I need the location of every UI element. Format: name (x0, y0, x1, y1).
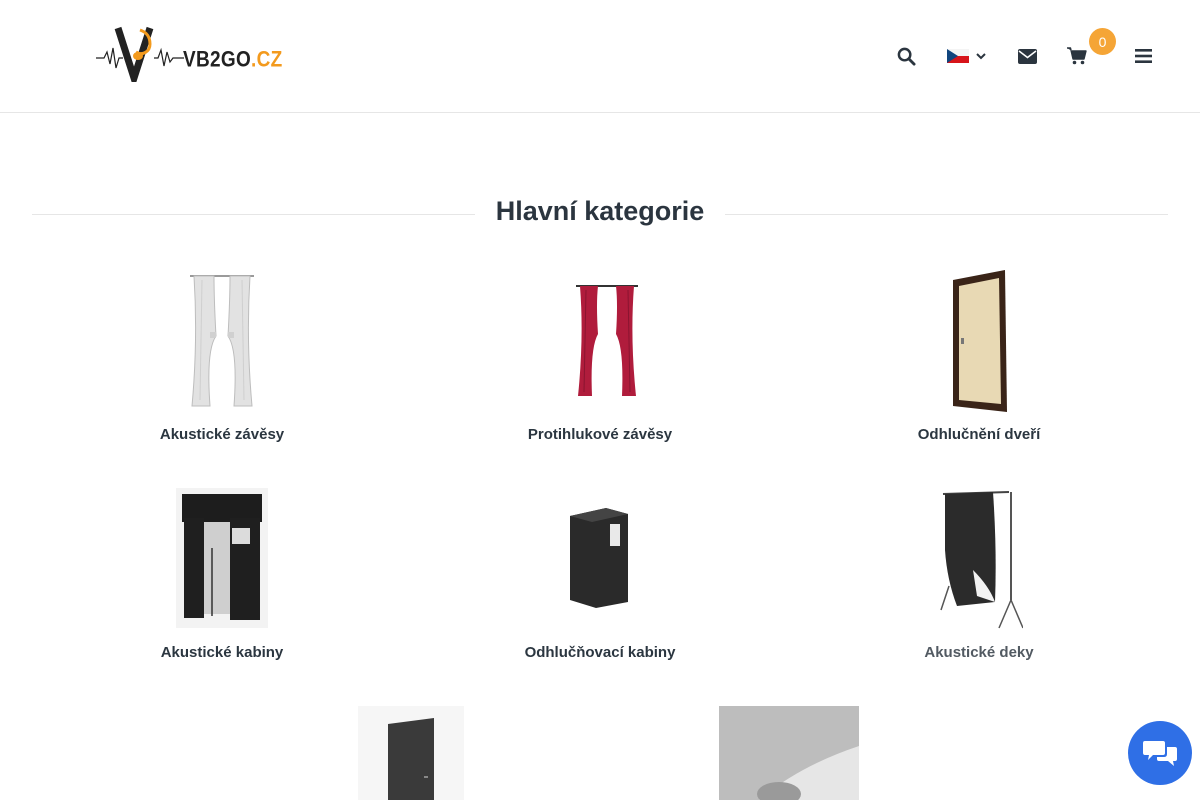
category-akusticke-kabiny[interactable]: Akustické kabiny (72, 488, 372, 668)
cart-icon[interactable] (1067, 44, 1087, 68)
category-image (576, 285, 638, 396)
category-item-7[interactable] (358, 706, 464, 800)
category-label: Akustické závěsy (159, 426, 285, 443)
category-odhlucneni-dveri[interactable]: Odhlučnění dveří (829, 270, 1129, 450)
category-protihlukove-zavesy[interactable]: Protihlukové závěsy (450, 270, 750, 450)
envelope-icon[interactable] (1017, 44, 1037, 68)
category-label: Odhlučnění dveří (917, 426, 1041, 443)
hamburger-menu-icon[interactable] (1134, 44, 1152, 68)
logo-tld: .CZ (251, 48, 283, 73)
category-image (176, 488, 268, 628)
chat-bubbles-icon (1143, 741, 1177, 766)
category-image (190, 275, 254, 407)
category-image (570, 508, 628, 608)
site-header: VB2GO.CZ 0 (0, 0, 1200, 113)
category-label: Protihlukové závěsy (527, 426, 673, 443)
search-icon[interactable] (895, 44, 917, 68)
category-akusticke-zavesy[interactable]: Akustické závěsy (72, 270, 372, 450)
category-akusticke-deky[interactable]: Akustické deky (829, 488, 1129, 668)
category-image (953, 270, 1007, 412)
logo-waveform-icon (96, 26, 184, 90)
cart-count-badge[interactable]: 0 (1089, 28, 1116, 55)
chevron-down-icon (976, 53, 986, 60)
category-label: Odhlučňovací kabiny (524, 644, 676, 661)
site-logo[interactable]: VB2GO.CZ (96, 22, 282, 90)
category-odhlucnovaci-kabiny[interactable]: Odhlučňovací kabiny (450, 488, 750, 668)
category-image (940, 491, 1023, 629)
page-title: Hlavní kategorie (495, 196, 705, 226)
category-label: Akustické kabiny (160, 644, 284, 661)
category-label: Akustické deky (924, 644, 1034, 661)
category-item-8[interactable] (719, 706, 859, 800)
language-selector[interactable] (946, 44, 988, 68)
czech-flag-icon (947, 49, 969, 63)
chat-button[interactable] (1128, 721, 1192, 785)
category-image (719, 706, 859, 800)
category-image (358, 706, 464, 800)
logo-text: VB2GO (183, 48, 252, 73)
